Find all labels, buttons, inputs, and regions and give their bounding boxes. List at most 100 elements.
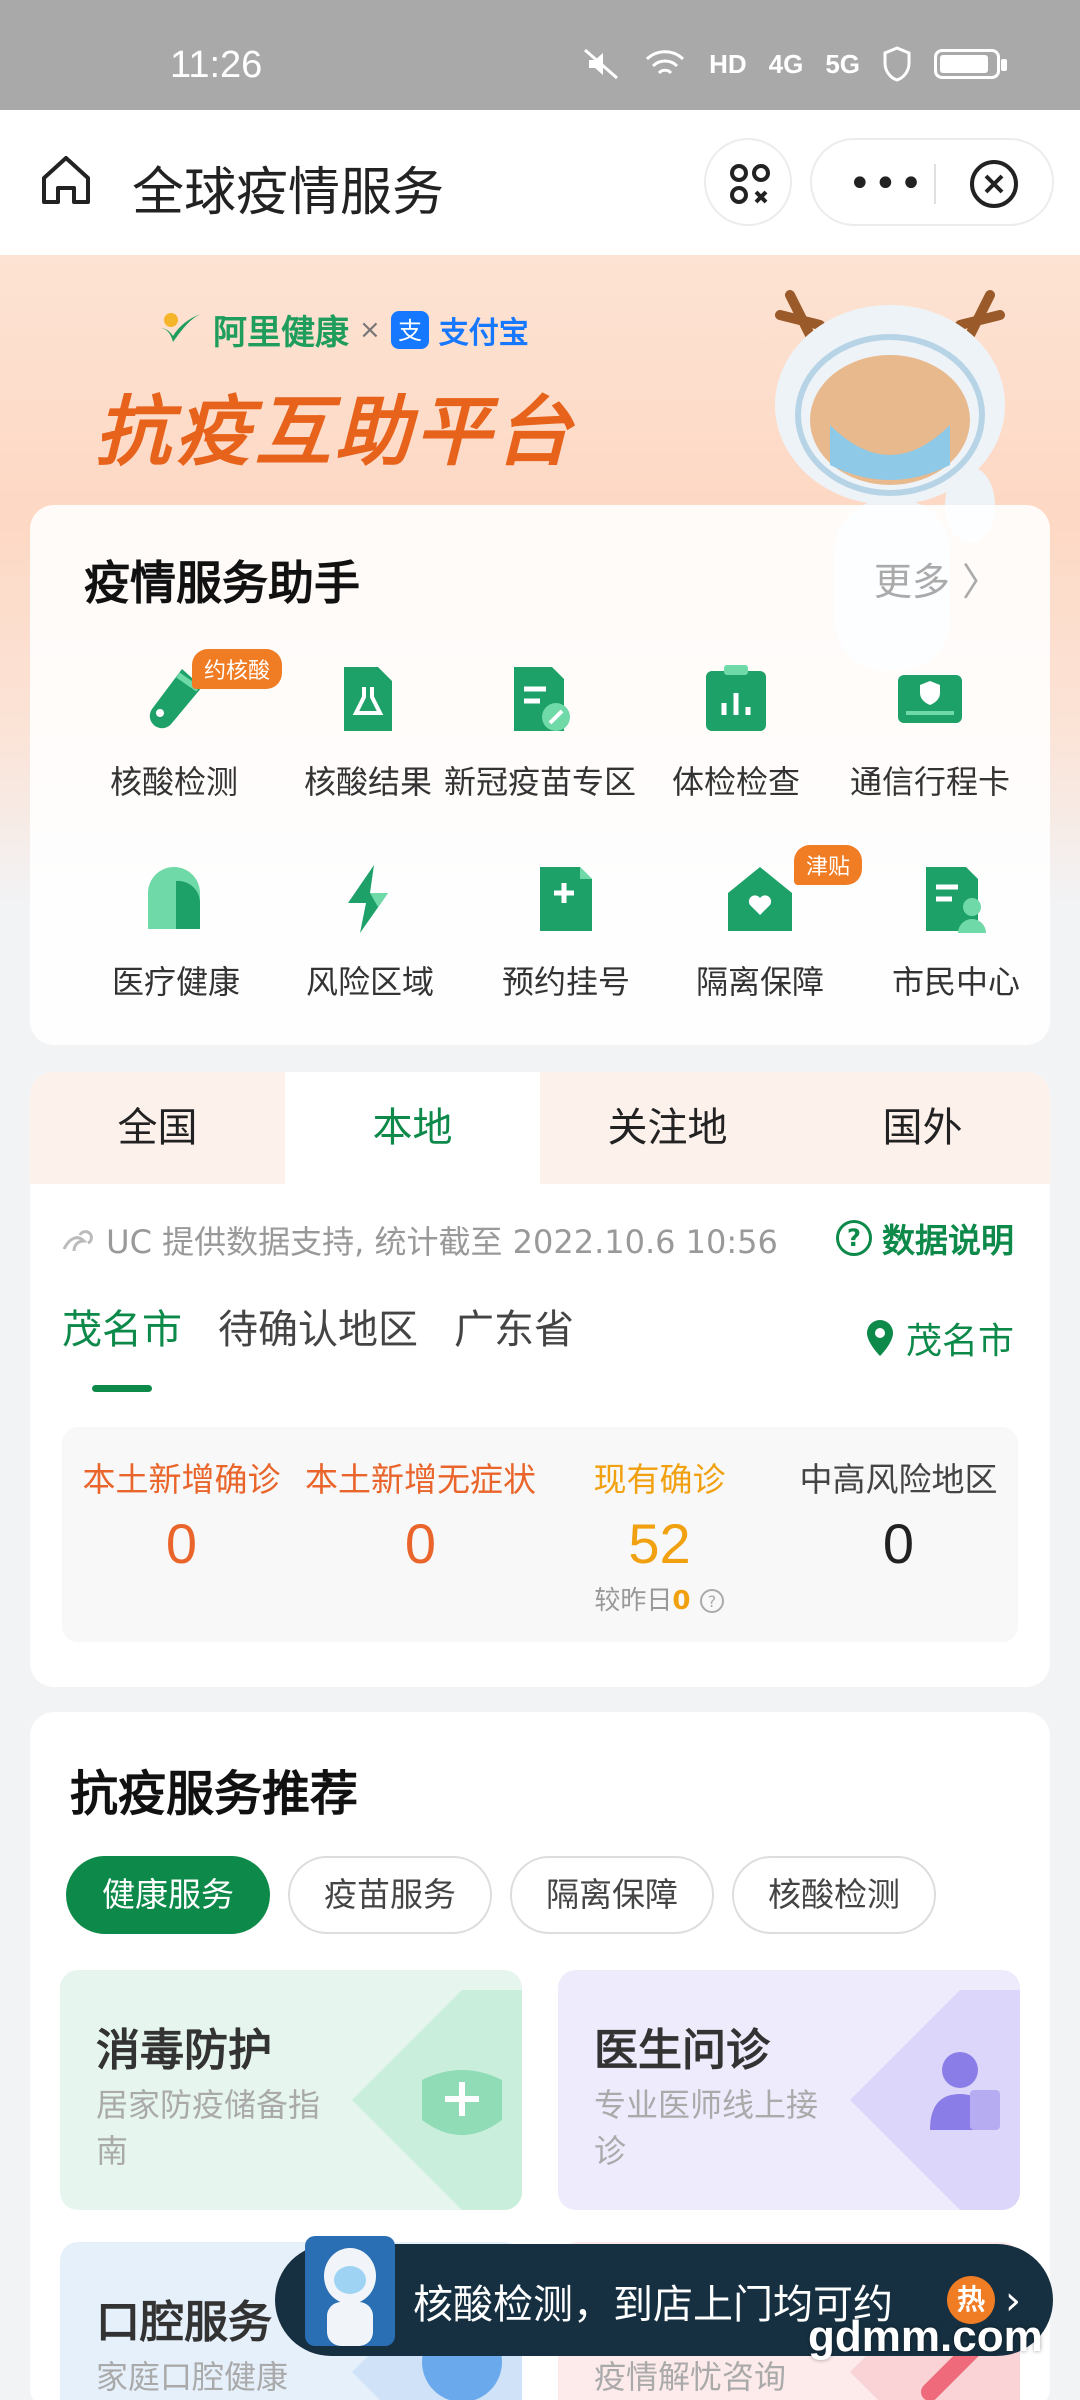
tile-title: 口腔服务	[96, 2297, 272, 2348]
wifi-icon	[646, 50, 685, 75]
plus-doc-icon	[540, 867, 592, 931]
service-item-medical[interactable]: 医疗健康	[76, 863, 276, 1003]
service-label: 市民中心	[891, 963, 1020, 1001]
data-explain-link[interactable]: ? 数据说明	[836, 1214, 1014, 1262]
shield-card-icon	[898, 675, 962, 723]
service-item-nucleic-test[interactable]: 约核酸 核酸检测	[74, 649, 283, 803]
service-label: 新冠疫苗专区	[443, 763, 636, 801]
medical-worker-icon	[305, 2236, 395, 2346]
stat-value: 0	[404, 1512, 437, 1575]
region-tabs: 茂名市 待确认地区 广东省	[62, 1297, 574, 1355]
house-heart-icon	[728, 867, 792, 931]
tile-title: 医生问诊	[594, 2025, 770, 2076]
stat-change-label: 较昨日	[594, 1586, 673, 1616]
stat-current-confirmed: 现有确诊 52 较昨日0 ?	[540, 1453, 779, 1617]
region-tab-guangdong[interactable]: 广东省	[454, 1297, 574, 1355]
brand-separator: ×	[359, 314, 381, 345]
service-item-vaccine[interactable]: 新冠疫苗专区	[440, 663, 640, 803]
location-selector[interactable]: 茂名市	[864, 1312, 1014, 1364]
stat-risk-areas: 中高风险地区 0	[779, 1453, 1018, 1576]
battery-icon	[934, 49, 1007, 79]
recommend-title: 抗疫服务推荐	[70, 1766, 359, 1822]
clipboard-chart-icon	[706, 665, 766, 731]
service-label: 隔离保障	[695, 963, 824, 1001]
capsule-divider	[934, 164, 936, 204]
more-icon[interactable]: •••	[848, 164, 923, 204]
service-item-risk-area[interactable]: 风险区域	[270, 863, 470, 1003]
status-time: 11:26	[170, 44, 263, 86]
ali-health-logo-icon	[159, 312, 201, 342]
service-item-appointment[interactable]: 预约挂号	[466, 863, 666, 1003]
scope-tabs: 全国 本地 关注地 国外	[30, 1072, 1050, 1184]
mute-icon	[584, 48, 619, 80]
service-label: 风险区域	[305, 963, 434, 1001]
stat-change: 较昨日0 ?	[540, 1580, 779, 1617]
service-label: 核酸结果	[303, 763, 432, 801]
heart-chat-icon	[148, 867, 201, 929]
stat-change-value: 0	[672, 1586, 691, 1616]
status-bar: 11:26 HD 4G 5G	[0, 0, 1080, 110]
region-tab-pending[interactable]: 待确认地区	[218, 1297, 418, 1355]
svg-text:支: 支	[398, 317, 422, 345]
tab-national[interactable]: 全国	[30, 1072, 285, 1184]
uc-logo-icon	[62, 1230, 93, 1252]
tile-disinfection[interactable]: 消毒防护 居家防疫储备指南	[60, 1970, 522, 2210]
scan-button[interactable]	[704, 138, 792, 226]
epidemic-data-card: 全国 本地 关注地 国外 UC 提供数据支持, 统计截至 2022.10.6 1…	[30, 1072, 1050, 1687]
title-bar: 全球疫情服务 •••	[0, 110, 1080, 255]
service-item-travel-card[interactable]: 通信行程卡	[830, 663, 1030, 803]
service-item-isolation[interactable]: 津贴 隔离保障	[660, 845, 863, 1003]
miniapp-capsule: •••	[810, 138, 1054, 226]
stat-local-new-confirmed: 本土新增确诊 0	[62, 1453, 301, 1576]
vaccine-doc-icon	[514, 667, 570, 731]
tab-abroad[interactable]: 国外	[795, 1072, 1050, 1184]
stats-panel: 本土新增确诊 0 本土新增无症状 0 现有确诊 52 较昨日0 ? 中高风险地区…	[62, 1427, 1018, 1642]
scan-icon	[730, 164, 770, 204]
stat-label: 本土新增确诊	[82, 1460, 281, 1499]
close-icon[interactable]	[968, 158, 1020, 210]
tile-desc: 疫情解忧咨询	[594, 2358, 787, 2396]
stat-value: 0	[165, 1512, 198, 1575]
region-tab-indicator	[92, 1385, 152, 1392]
service-more-link[interactable]: 更多 〉	[874, 551, 1000, 606]
tile-desc: 居家防疫储备指南	[96, 2086, 321, 2170]
person-doc-icon	[926, 867, 986, 933]
service-item-nucleic-result[interactable]: 核酸结果	[268, 663, 468, 803]
watermark: gdmm.com	[808, 2312, 1043, 2361]
service-label: 核酸检测	[109, 763, 238, 801]
banner-title: 抗疫互助平台	[95, 387, 575, 476]
data-explain-label: 数据说明	[882, 1221, 1014, 1260]
chip-vaccine[interactable]: 疫苗服务	[288, 1856, 492, 1934]
question-icon: ?	[836, 1220, 872, 1256]
service-label: 体检检查	[671, 763, 800, 801]
location-pin-icon	[866, 1320, 893, 1356]
flask-doc-icon	[344, 667, 392, 731]
service-item-checkup[interactable]: 体检检查	[636, 663, 836, 803]
home-icon[interactable]	[38, 152, 94, 208]
tile-desc: 家庭口腔健康	[96, 2358, 289, 2396]
chip-isolation[interactable]: 隔离保障	[510, 1856, 714, 1934]
service-tag: 津贴	[794, 845, 863, 885]
info-icon[interactable]: ?	[699, 1588, 725, 1614]
service-card-title: 疫情服务助手	[84, 556, 360, 610]
service-assistant-card: 疫情服务助手 更多 〉 约核酸 核酸检测 核酸结果 新冠疫苗专区 体检检查 通信…	[30, 505, 1050, 1045]
shield-dollar-icon	[883, 46, 911, 82]
stat-value: 52	[628, 1512, 691, 1575]
hd-icon: HD	[709, 48, 747, 79]
tile-doctor[interactable]: 医生问诊 专业医师线上接诊	[558, 1970, 1020, 2210]
tab-followed[interactable]: 关注地	[540, 1072, 795, 1184]
recommend-chips: 健康服务 疫苗服务 隔离保障 核酸检测	[66, 1856, 936, 1934]
service-label: 医疗健康	[111, 963, 240, 1001]
signal-4g-icon: 4G	[768, 48, 804, 79]
lightning-icon	[348, 865, 388, 933]
stat-label: 中高风险地区	[799, 1460, 998, 1499]
service-item-citizen-center[interactable]: 市民中心	[856, 863, 1056, 1003]
chip-nucleic[interactable]: 核酸检测	[732, 1856, 936, 1934]
location-label: 茂名市	[905, 1321, 1014, 1362]
alipay-logo-icon: 支	[390, 310, 429, 349]
region-tab-maoming[interactable]: 茂名市	[62, 1297, 182, 1355]
signal-5g-icon: 5G	[825, 48, 860, 79]
tab-local[interactable]: 本地	[285, 1072, 540, 1184]
data-source-label: UC 提供数据支持, 统计截至 2022.10.6 10:56	[106, 1223, 778, 1261]
chip-health[interactable]: 健康服务	[66, 1856, 270, 1934]
